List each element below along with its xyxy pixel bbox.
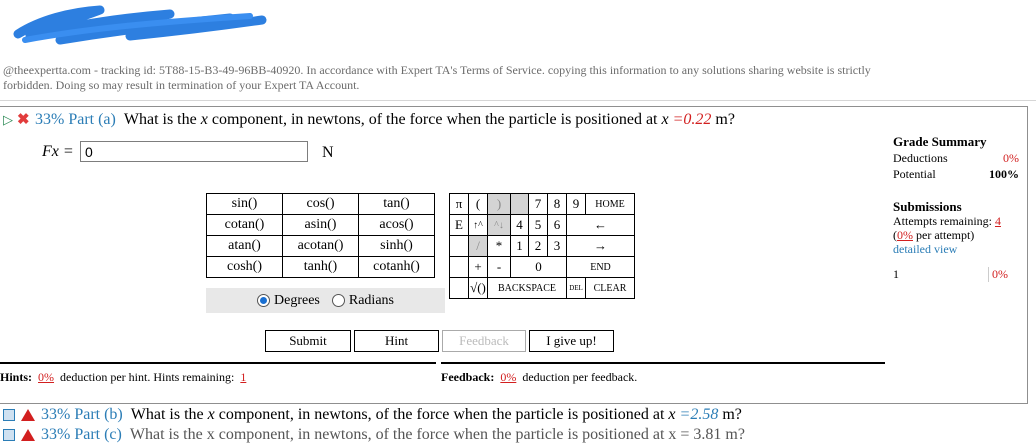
- minus-button[interactable]: -: [487, 256, 511, 278]
- backspace-button[interactable]: BACKSPACE: [487, 277, 567, 299]
- atan-button[interactable]: atan(): [206, 235, 283, 257]
- del-button[interactable]: DEL: [566, 277, 586, 299]
- function-keypad: sin() cos() tan() cotan() asin() acos() …: [206, 193, 435, 278]
- plus-button[interactable]: +: [468, 256, 488, 278]
- key-4[interactable]: 4: [510, 214, 529, 236]
- cotan-button[interactable]: cotan(): [206, 214, 283, 236]
- key-6[interactable]: 6: [547, 214, 567, 236]
- home-button[interactable]: HOME: [585, 193, 635, 215]
- degrees-label: Degrees: [274, 292, 320, 308]
- key-5[interactable]: 5: [528, 214, 548, 236]
- subscript-button[interactable]: ^↓: [487, 214, 511, 236]
- play-icon[interactable]: ▷: [3, 112, 17, 128]
- multiply-button[interactable]: *: [487, 235, 511, 257]
- answer-unit: N: [322, 144, 334, 161]
- key-3[interactable]: 3: [547, 235, 567, 257]
- superscript-button[interactable]: ↑^: [468, 214, 488, 236]
- cos-button[interactable]: cos(): [282, 193, 359, 215]
- close-paren-button[interactable]: ): [487, 193, 511, 215]
- collapse-icon[interactable]: [3, 409, 15, 421]
- key-0[interactable]: 0: [510, 256, 567, 278]
- key-7[interactable]: 7: [528, 193, 548, 215]
- part-a-link[interactable]: 33% Part (a): [35, 111, 116, 129]
- part-c-link[interactable]: 33% Part (c): [41, 426, 122, 444]
- position-value-b: 2.58: [690, 406, 719, 423]
- attempt-row: 1 0%: [893, 267, 1019, 282]
- sqrt-button[interactable]: √(): [468, 277, 488, 299]
- part-a-question: ▷ ✖ 33% Part (a) What is the x component…: [3, 110, 735, 129]
- grade-summary: Grade Summary Deductions 0% Potential 100%: [893, 134, 1019, 181]
- right-arrow-button[interactable]: →: [566, 235, 635, 257]
- key-9[interactable]: 9: [566, 193, 586, 215]
- end-button[interactable]: END: [566, 256, 635, 278]
- incorrect-icon: ✖: [17, 112, 30, 128]
- key-1[interactable]: 1: [510, 235, 529, 257]
- position-value: 0.22: [683, 110, 712, 128]
- warning-icon-c: [21, 429, 35, 441]
- number-keypad: π ( ) 7 8 9 HOME E ↑^ ^↓ 4 5 6 ← / * 1 2…: [449, 193, 635, 299]
- tan-button[interactable]: tan(): [358, 193, 435, 215]
- part-c-question: 33% Part (c) What is the x component, in…: [3, 426, 745, 444]
- feedback-bar: Feedback: 0% deduction per feedback.: [441, 362, 885, 402]
- cotanh-button[interactable]: cotanh(): [358, 256, 435, 278]
- submissions: Submissions Attempts remaining: 4 (0% pe…: [893, 199, 1001, 257]
- radians-label: Radians: [348, 292, 394, 308]
- answer-label: Fx =: [42, 143, 74, 160]
- warning-icon: [21, 409, 35, 421]
- hints-bar: Hints: 0% deduction per hint. Hints rema…: [0, 362, 436, 402]
- clear-button[interactable]: CLEAR: [585, 277, 635, 299]
- degrees-radio[interactable]: [257, 294, 270, 307]
- acotan-button[interactable]: acotan(): [282, 235, 359, 257]
- grade-summary-title: Grade Summary: [893, 134, 987, 149]
- watermark-line-1: @theexpertta.com - tracking id: 5T88-15-…: [3, 63, 871, 77]
- submit-button[interactable]: Submit: [265, 330, 351, 352]
- give-up-button[interactable]: I give up!: [529, 330, 614, 352]
- cosh-button[interactable]: cosh(): [206, 256, 283, 278]
- hint-button[interactable]: Hint: [354, 330, 439, 352]
- tanh-button[interactable]: tanh(): [282, 256, 359, 278]
- tracking-watermark: @theexpertta.com - tracking id: 5T88-15-…: [3, 63, 1003, 93]
- answer-input[interactable]: 0: [80, 141, 308, 162]
- asin-button[interactable]: asin(): [282, 214, 359, 236]
- radians-radio[interactable]: [331, 294, 345, 307]
- watermark-line-2: forbidden. Doing so may result in termin…: [3, 78, 360, 92]
- detailed-view-link[interactable]: detailed view: [893, 242, 957, 256]
- key-2[interactable]: 2: [528, 235, 548, 257]
- angle-mode-selector: Degrees Radians: [206, 288, 445, 313]
- key-8[interactable]: 8: [547, 193, 567, 215]
- feedback-button[interactable]: Feedback: [442, 330, 526, 352]
- part-b-link[interactable]: 33% Part (b): [41, 406, 123, 424]
- left-arrow-button[interactable]: ←: [566, 214, 635, 236]
- open-paren-button[interactable]: (: [468, 193, 488, 215]
- sin-button[interactable]: sin(): [206, 193, 283, 215]
- part-b-question: 33% Part (b) What is the x component, in…: [3, 406, 742, 424]
- acos-button[interactable]: acos(): [358, 214, 435, 236]
- divide-button[interactable]: /: [468, 235, 488, 257]
- divider: [0, 100, 1036, 101]
- collapse-icon-c[interactable]: [3, 429, 15, 441]
- e-button[interactable]: E: [449, 214, 469, 236]
- sinh-button[interactable]: sinh(): [358, 235, 435, 257]
- pi-button[interactable]: π: [449, 193, 469, 215]
- redaction-scribble: [13, 5, 267, 45]
